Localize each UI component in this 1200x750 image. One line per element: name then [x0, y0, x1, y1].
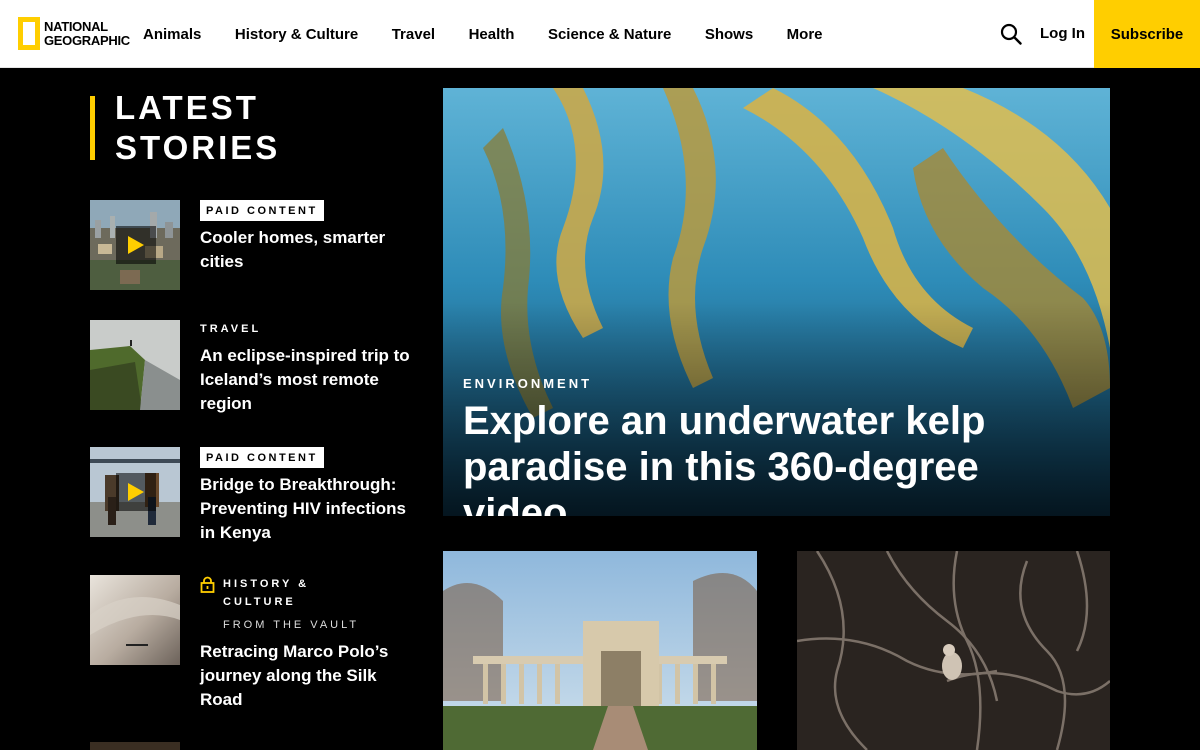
play-video-icon[interactable]	[116, 473, 156, 511]
story-thumbnail-partial[interactable]	[90, 742, 180, 750]
nav-item-shows[interactable]: Shows	[705, 26, 753, 43]
monument-image	[443, 551, 757, 750]
main-nav: Animals History & Culture Travel Health …	[143, 0, 856, 68]
story-card-bird[interactable]	[797, 551, 1110, 750]
logo-line-2: GEOGRAPHIC	[44, 32, 130, 48]
hero-kicker[interactable]: ENVIRONMENT	[463, 376, 592, 391]
latest-stories-heading: LATEST STORIES	[115, 89, 281, 166]
story-item[interactable]: HISTORY & CULTURE FROM THE VAULT Retraci…	[90, 575, 410, 715]
story-thumbnail-desert[interactable]	[90, 575, 180, 665]
nav-item-science-nature[interactable]: Science & Nature	[548, 26, 671, 43]
story-item[interactable]: TRAVEL An eclipse-inspired trip to Icela…	[90, 320, 410, 420]
site-header: NATIONAL GEOGRAPHIC Animals History & Cu…	[0, 0, 1200, 68]
story-sub-kicker: FROM THE VAULT	[223, 619, 360, 631]
yellow-border-logo-icon	[18, 17, 40, 50]
story-item[interactable]: PAID CONTENT Bridge to Breakthrough: Pre…	[90, 447, 410, 547]
nav-item-travel[interactable]: Travel	[392, 26, 435, 43]
nav-item-more[interactable]: More	[787, 26, 823, 43]
hero-story[interactable]: ENVIRONMENT Explore an underwater kelp p…	[443, 88, 1110, 516]
paid-content-badge: PAID CONTENT	[200, 447, 324, 468]
paid-content-badge: PAID CONTENT	[200, 200, 324, 221]
login-link[interactable]: Log In	[1040, 0, 1085, 68]
story-item[interactable]: PAID CONTENT Cooler homes, smarter citie…	[90, 200, 410, 300]
story-kicker[interactable]: TRAVEL	[200, 320, 410, 338]
subscribe-button[interactable]: Subscribe	[1094, 0, 1200, 68]
story-card-monument[interactable]	[443, 551, 757, 750]
story-title[interactable]: Bridge to Breakthrough: Preventing HIV i…	[200, 473, 410, 545]
search-icon[interactable]	[1000, 23, 1022, 45]
story-title[interactable]: Cooler homes, smarter cities	[200, 226, 410, 274]
logo-line-1: NATIONAL	[44, 18, 108, 34]
nav-item-health[interactable]: Health	[469, 26, 515, 43]
story-kicker[interactable]: HISTORY & CULTURE	[223, 575, 343, 611]
hero-title[interactable]: Explore an underwater kelp paradise in t…	[463, 398, 1093, 516]
story-title[interactable]: Retracing Marco Polo’s journey along the…	[200, 640, 410, 712]
lock-icon	[200, 576, 215, 593]
story-title[interactable]: An eclipse-inspired trip to Iceland’s mo…	[200, 344, 410, 416]
burnt-branches-image	[797, 551, 1110, 750]
play-video-icon[interactable]	[116, 226, 156, 264]
natgeo-logo[interactable]: NATIONAL GEOGRAPHIC	[18, 17, 130, 50]
nav-item-animals[interactable]: Animals	[143, 26, 201, 43]
nav-item-history-culture[interactable]: History & Culture	[235, 26, 358, 43]
heading-accent-bar	[90, 96, 95, 160]
story-thumbnail-city[interactable]	[90, 200, 180, 290]
story-thumbnail-bridge[interactable]	[90, 447, 180, 537]
story-thumbnail-cliff[interactable]	[90, 320, 180, 410]
